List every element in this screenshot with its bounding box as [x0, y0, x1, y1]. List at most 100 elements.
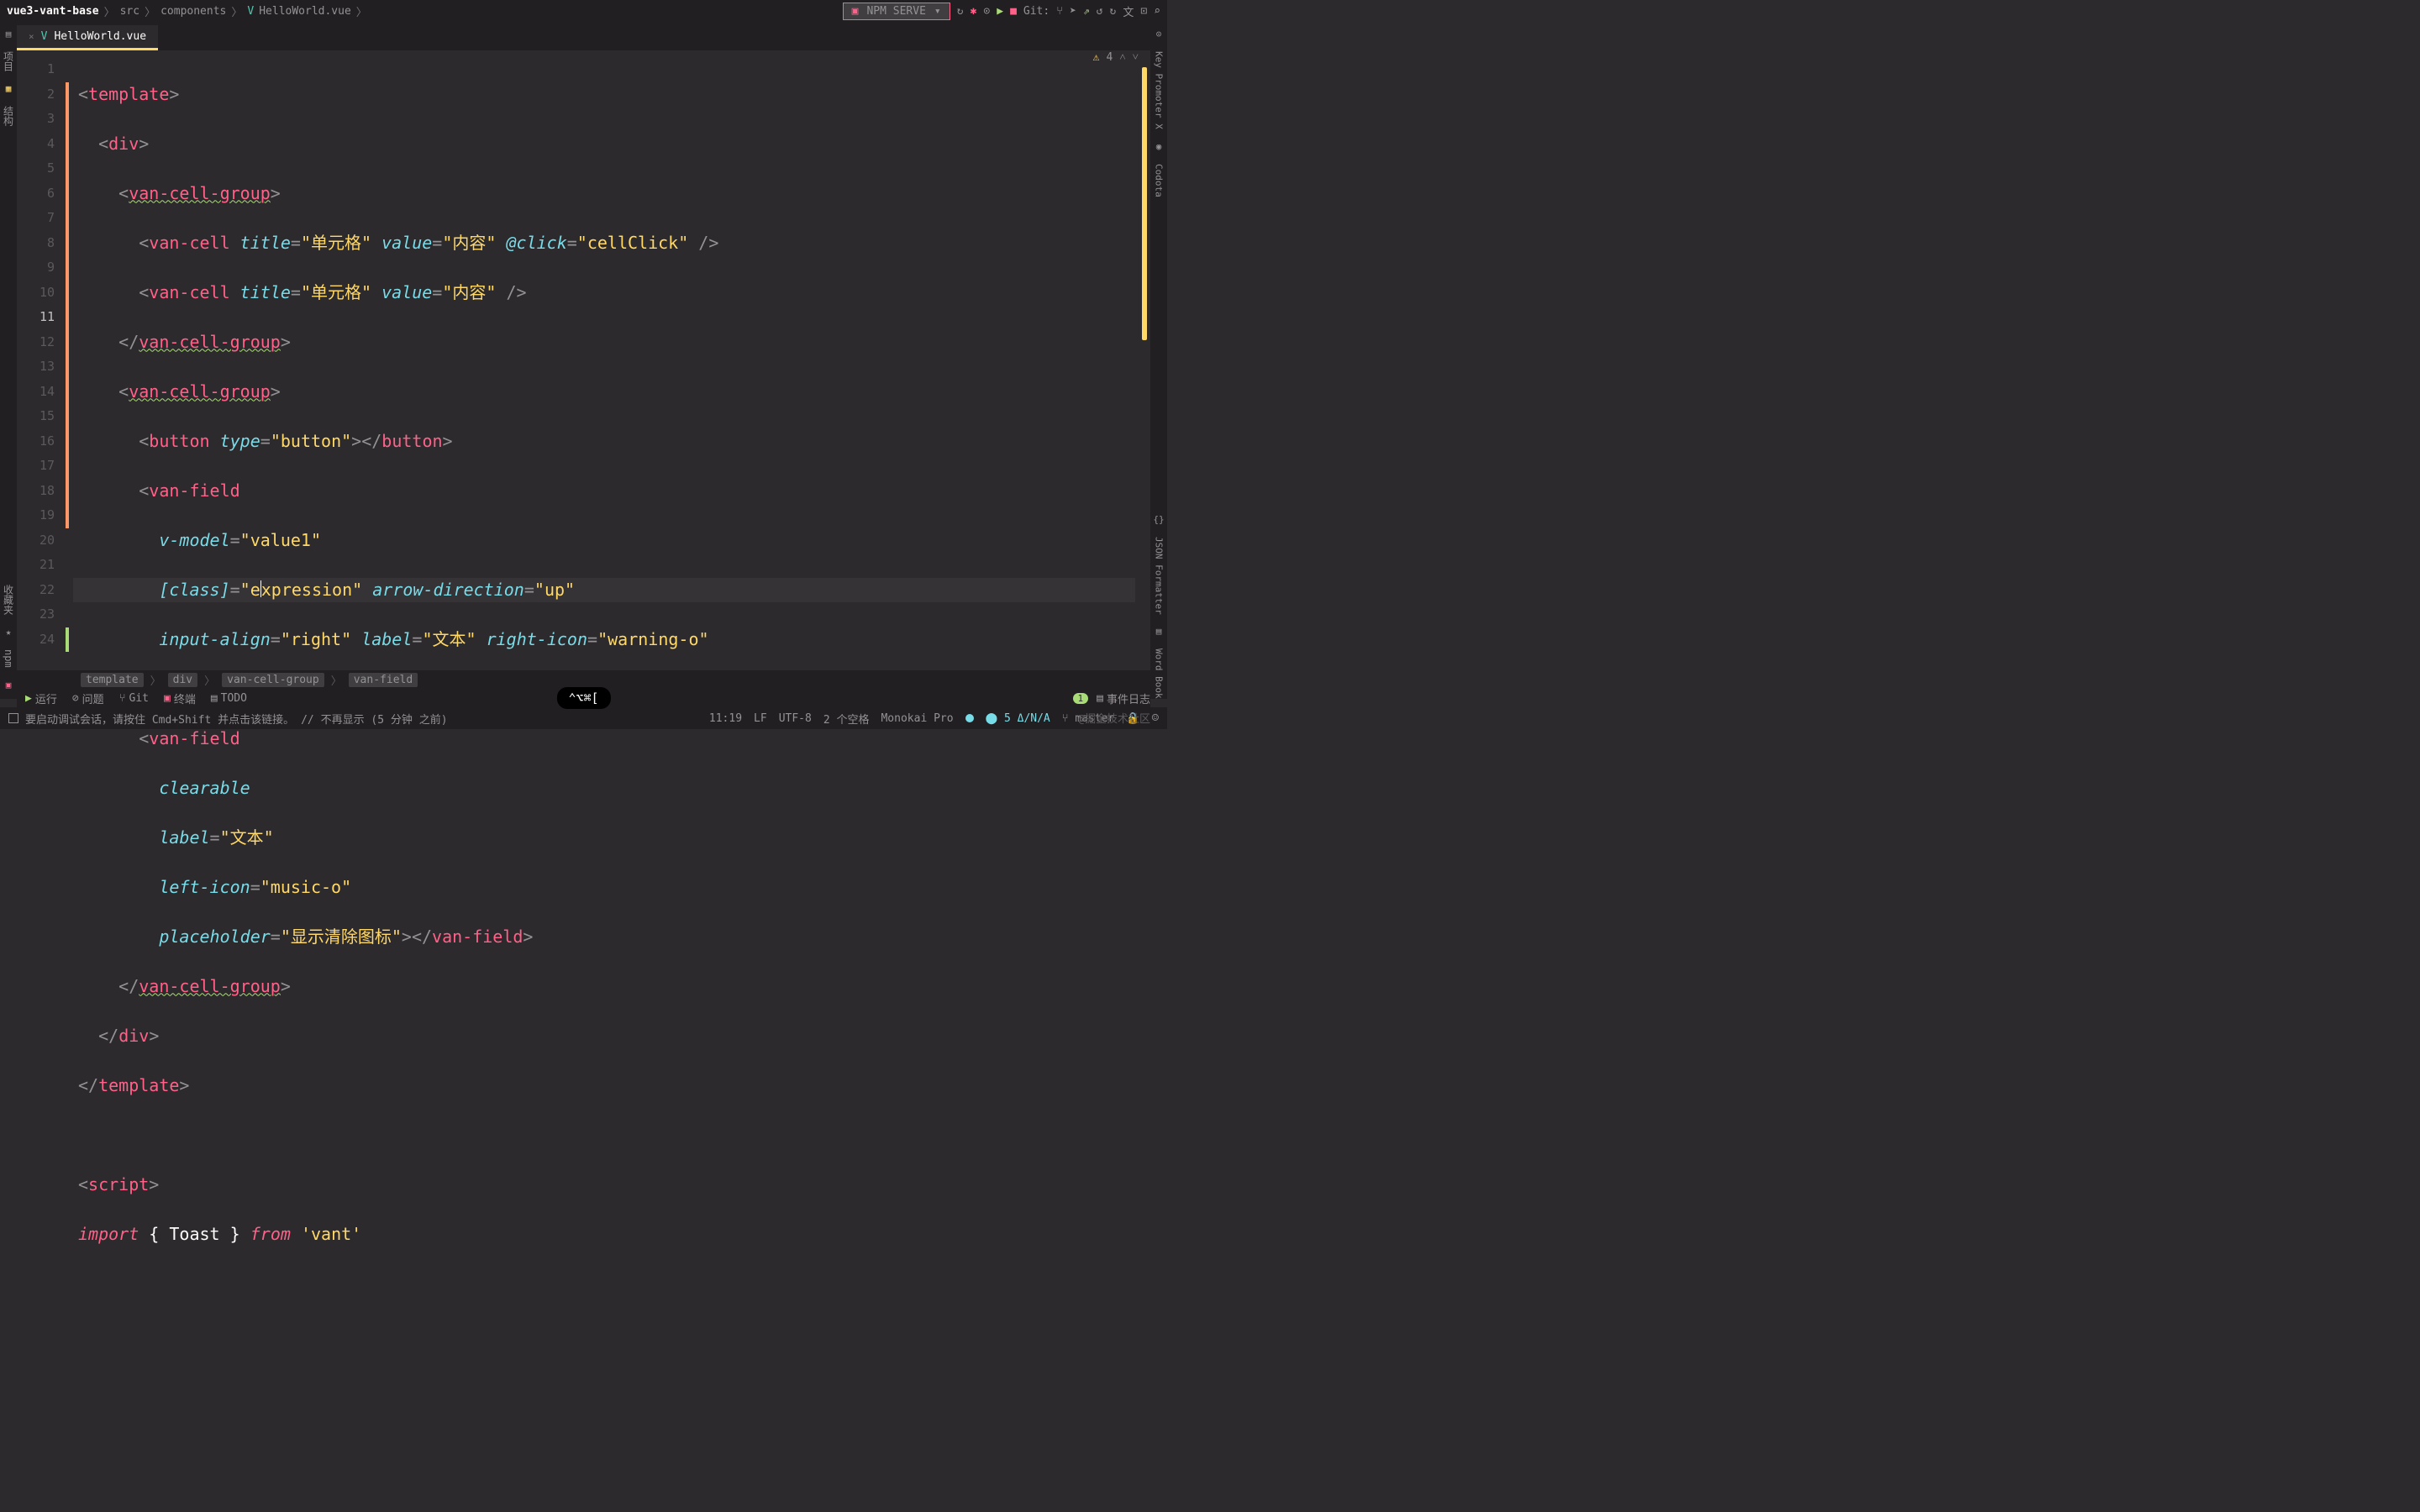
event-log-icon: ▤: [1097, 692, 1103, 705]
line-number: 8: [17, 231, 55, 256]
translate-icon[interactable]: 文: [1123, 3, 1134, 19]
file-tab-helloworld[interactable]: × V HelloWorld.vue: [17, 25, 158, 50]
line-number: 16: [17, 429, 55, 454]
breadcrumb-project[interactable]: vue3-vant-base: [7, 5, 99, 18]
json-icon[interactable]: {}: [1153, 514, 1164, 525]
path-field[interactable]: van-field: [349, 673, 418, 687]
run-config-selector[interactable]: ▣ NPM SERVE ▾: [843, 3, 950, 20]
sidebar-tab-structure[interactable]: 结构: [2, 106, 16, 126]
path-template[interactable]: template: [81, 673, 144, 687]
codota-icon[interactable]: ◉: [1156, 141, 1162, 152]
chevron-right-icon: 〉: [331, 672, 342, 688]
sidebar-tab-wordbook[interactable]: Word Book: [1154, 648, 1165, 699]
file-encoding[interactable]: UTF-8: [779, 712, 812, 725]
line-number: 7: [17, 206, 55, 231]
line-number-gutter: 1 2 3 4 5 6 7 8 9 10 11 12 13 14 15 16 1…: [17, 50, 63, 670]
star-icon[interactable]: ★: [6, 627, 12, 638]
status-bar: 要启动调试会话，请按住 Cmd+Shift 并点击该链接。 // 不再显示 (5…: [0, 707, 1167, 729]
chevron-right-icon: 〉: [231, 3, 242, 19]
breadcrumb-file[interactable]: HelloWorld.vue: [259, 5, 351, 18]
search-in-icon[interactable]: ⊡: [1140, 5, 1147, 18]
coverage-icon[interactable]: ⊙: [983, 5, 990, 18]
chevron-right-icon: 〉: [104, 3, 115, 19]
status-dot-icon: [965, 714, 974, 722]
key-promoter-icon[interactable]: ⊙: [1156, 29, 1162, 39]
left-tool-panel: ▤ 项目 ▦ 结构 收藏夹 ★ npm ▣: [0, 22, 17, 699]
history-icon[interactable]: ↺: [1097, 5, 1103, 18]
line-number: 21: [17, 553, 55, 578]
code-path-breadcrumb: template 〉 div 〉 van-cell-group 〉 van-fi…: [17, 670, 1150, 689]
line-number: 24: [17, 627, 55, 653]
delta-indicator[interactable]: ⬤ 5 Δ/N/A: [986, 712, 1050, 725]
sidebar-tab-project[interactable]: 项目: [2, 51, 16, 71]
chevron-right-icon: 〉: [145, 3, 155, 19]
bug-icon[interactable]: ✱: [971, 5, 977, 18]
event-count-badge: 1: [1073, 693, 1089, 704]
memory-indicator-icon[interactable]: ☺: [1152, 711, 1159, 725]
path-div[interactable]: div: [168, 673, 197, 687]
line-number: 13: [17, 354, 55, 380]
editor-tabs: × V HelloWorld.vue: [17, 22, 1150, 50]
commit-icon[interactable]: ➤: [1070, 5, 1076, 18]
change-markers: [63, 50, 73, 670]
structure-icon[interactable]: ▦: [6, 83, 12, 94]
tool-terminal[interactable]: ▣终端: [164, 690, 196, 706]
reload-icon[interactable]: ↻: [957, 5, 964, 18]
git-icon: ⑂: [119, 692, 126, 705]
rollback-icon[interactable]: ↻: [1110, 5, 1117, 18]
line-number: 19: [17, 503, 55, 528]
sidebar-tab-codota[interactable]: Codota: [1154, 164, 1165, 197]
stop-icon[interactable]: ■: [1010, 5, 1017, 18]
chevron-right-icon: 〉: [356, 3, 367, 19]
chevron-right-icon: 〉: [204, 672, 215, 688]
no-show-link[interactable]: // 不再显示 (5 分钟 之前): [301, 711, 447, 727]
line-number: 1: [17, 57, 55, 82]
line-separator[interactable]: LF: [754, 712, 767, 725]
line-number: 9: [17, 255, 55, 281]
scroll-thumb[interactable]: [1142, 67, 1147, 340]
run-config-label: NPM SERVE: [866, 5, 925, 18]
tool-problems[interactable]: ⊘问题: [72, 690, 104, 706]
indent-setting[interactable]: 2 个空格: [823, 711, 870, 727]
line-number: 6: [17, 181, 55, 207]
sidebar-tab-favorites[interactable]: 收藏夹: [2, 585, 16, 615]
right-tool-panel: ⊙ Key Promoter X ◉ Codota {} JSON Format…: [1150, 22, 1167, 699]
line-number: 22: [17, 578, 55, 603]
cursor-position[interactable]: 11:19: [709, 712, 742, 725]
line-number: 17: [17, 454, 55, 479]
branch-icon[interactable]: ⑂: [1056, 5, 1063, 18]
sidebar-tab-json[interactable]: JSON Formatter: [1154, 537, 1165, 615]
book-icon[interactable]: ▤: [1156, 626, 1162, 637]
run-icon[interactable]: ▶: [997, 5, 1003, 18]
vue-file-icon: V: [41, 30, 48, 43]
scrollbar[interactable]: [1139, 67, 1147, 637]
code-editor[interactable]: ⚠ 4 ˄ ˅ 1 2 3 4 5 6 7 8 9 10 11 12 13 14…: [17, 50, 1150, 670]
line-number: 20: [17, 528, 55, 554]
tab-filename: HelloWorld.vue: [54, 30, 146, 43]
breadcrumbs: vue3-vant-base 〉 src 〉 components 〉 V He…: [7, 3, 367, 19]
code-content[interactable]: <template> <div> <van-cell-group> <van-c…: [73, 50, 1150, 670]
tool-run[interactable]: ▶运行: [25, 690, 57, 706]
tool-window-icon[interactable]: [8, 713, 18, 723]
sidebar-tab-key-promoter[interactable]: Key Promoter X: [1154, 51, 1165, 129]
problems-icon: ⊘: [72, 692, 79, 705]
push-icon[interactable]: ⇗: [1083, 5, 1090, 18]
breadcrumb-src[interactable]: src: [120, 5, 139, 18]
tool-todo[interactable]: ▤TODO: [211, 692, 247, 705]
line-number: 10: [17, 281, 55, 306]
path-cell-group[interactable]: van-cell-group: [222, 673, 324, 687]
color-scheme[interactable]: Monokai Pro: [881, 712, 953, 725]
navigation-bar: vue3-vant-base 〉 src 〉 components 〉 V He…: [0, 0, 1167, 22]
breadcrumb-components[interactable]: components: [160, 5, 226, 18]
close-icon[interactable]: ×: [29, 31, 34, 42]
line-number: 14: [17, 380, 55, 405]
project-icon[interactable]: ▤: [6, 29, 12, 39]
tool-git[interactable]: ⑂Git: [119, 692, 149, 705]
line-number: 2: [17, 82, 55, 108]
sidebar-tab-npm[interactable]: npm: [3, 649, 14, 668]
search-icon[interactable]: ⌕: [1154, 5, 1160, 18]
line-number: 23: [17, 602, 55, 627]
tool-event-log[interactable]: ▤事件日志: [1097, 690, 1150, 706]
line-number: 3: [17, 107, 55, 132]
npm-icon[interactable]: ▣: [6, 680, 12, 690]
